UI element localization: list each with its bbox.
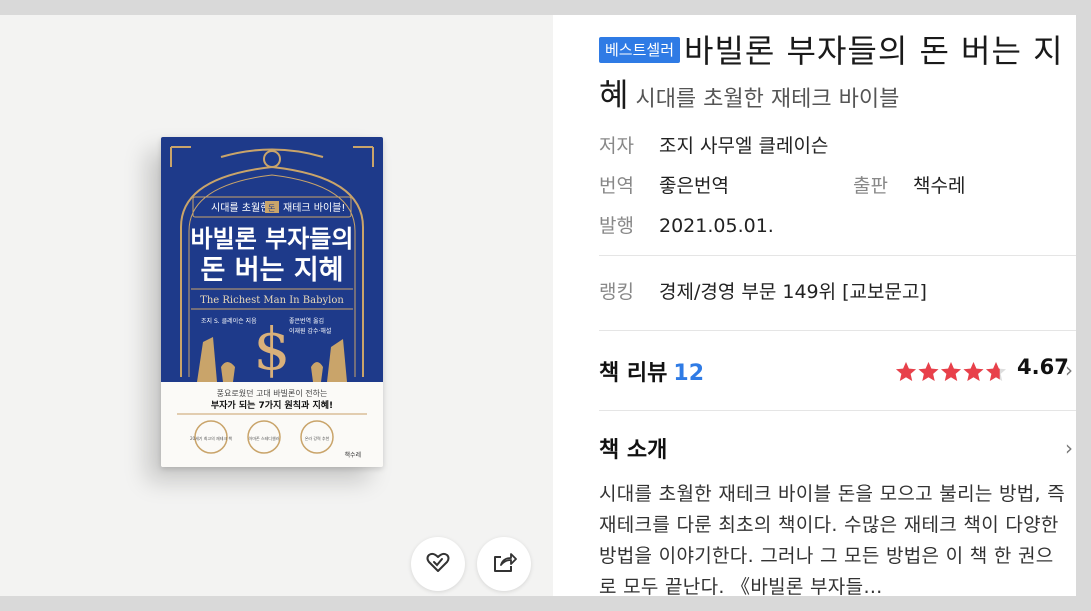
translator-name[interactable]: 좋은번역 (659, 175, 729, 197)
cover-blurb-line2: 부자가 되는 7가지 원칙과 지혜! (211, 399, 333, 411)
book-info: 베스트셀러 바빌론 부자들의 돈 버는 지혜 시대를 초월한 재테크 바이블 저자 조… (599, 15, 1076, 596)
cover-area: 시대를 초월한 돈 재테크 바이블! 바빌론 부자들의 돈 버는 지혜 The … (0, 15, 553, 596)
cover-title-line1: 바빌론 부자들의 (191, 225, 354, 253)
publisher-label: 출판 (853, 175, 888, 197)
bestseller-badge: 베스트셀러 (599, 37, 681, 63)
star-icon (896, 362, 916, 381)
title-block: 베스트셀러 바빌론 부자들의 돈 버는 지혜 시대를 초월한 재테크 바이블 (599, 29, 1069, 122)
author-name[interactable]: 조지 사무엘 클레이슨 (659, 135, 828, 157)
book-detail-panel: 시대를 초월한 돈 재테크 바이블! 바빌론 부자들의 돈 버는 지혜 The … (0, 15, 1076, 596)
star-icon (986, 362, 1006, 381)
wishlist-button[interactable] (411, 537, 465, 591)
publish-date-row: 발행 2021.05.01. (599, 211, 774, 238)
heart-check-icon (425, 549, 451, 579)
translator-label: 번역 (599, 175, 634, 197)
review-label: 책 리뷰 (599, 361, 668, 386)
cover-dollar-sign: $ (254, 315, 291, 383)
rating-value: 4.67 (1017, 355, 1069, 379)
svg-text:20세기 최고의 재테크 책: 20세기 최고의 재테크 책 (190, 435, 232, 441)
divider (599, 330, 1076, 331)
cover-top-line-end: 재테크 바이블! (283, 202, 345, 214)
publish-date: 2021.05.01. (659, 215, 774, 237)
ranking-row: 랭킹 경제/경영 부문 149위 [교보문고] (599, 277, 927, 304)
cover-blurb-line1: 풍요로웠던 고대 바빌론이 전하는 (217, 388, 328, 398)
publisher-row: 출판 책수레 (853, 171, 965, 198)
cover-translator-credit: 좋은번역 옮김 (289, 317, 324, 325)
ranking-value[interactable]: 경제/경영 부문 149위 [교보문고] (659, 281, 927, 303)
divider (599, 255, 1076, 256)
publisher-name[interactable]: 책수레 (913, 175, 965, 197)
author-label: 저자 (599, 135, 634, 157)
review-count: 12 (673, 361, 705, 386)
book-cover-image[interactable]: 시대를 초월한 돈 재테크 바이블! 바빌론 부자들의 돈 버는 지혜 The … (161, 137, 383, 467)
publish-date-label: 발행 (599, 215, 634, 237)
cover-publisher-mark: 책수레 (344, 451, 361, 459)
intro-label: 책 소개 (599, 438, 668, 463)
star-icon (941, 362, 961, 381)
share-icon (491, 549, 517, 579)
share-button[interactable] (477, 537, 531, 591)
svg-text:온라 강력 추천: 온라 강력 추천 (305, 435, 330, 441)
cover-top-line: 시대를 초월한 (211, 202, 269, 214)
intro-text: 시대를 초월한 재테크 바이블 돈을 모으고 불리는 방법, 즉 재테크를 다룬… (599, 483, 1065, 596)
svg-text:아마존 스테디셀러: 아마존 스테디셀러 (249, 435, 280, 441)
cover-author-credit: 조지 S. 클레이슨 지음 (201, 317, 257, 325)
divider (599, 410, 1076, 411)
review-section-header[interactable]: 책 리뷰 12 (599, 355, 704, 387)
star-rating (895, 361, 1007, 387)
cover-english-title: The Richest Man In Babylon (200, 295, 344, 306)
cover-editor-credit: 이재원 감수·해설 (289, 327, 331, 335)
translator-row: 번역 좋은번역 (599, 171, 729, 198)
book-subtitle: 시대를 초월한 재테크 바이블 (635, 87, 900, 112)
cover-top-tag: 돈 (268, 204, 275, 213)
author-row: 저자 조지 사무엘 클레이슨 (599, 131, 828, 158)
star-icon (918, 362, 939, 381)
ranking-label: 랭킹 (599, 281, 634, 303)
star-icon (963, 362, 984, 381)
intro-section-header[interactable]: 책 소개 (599, 432, 667, 464)
chevron-right-icon[interactable]: › (1065, 358, 1073, 382)
chevron-right-icon[interactable]: › (1065, 436, 1073, 460)
cover-title-line2: 돈 버는 지혜 (201, 255, 344, 286)
